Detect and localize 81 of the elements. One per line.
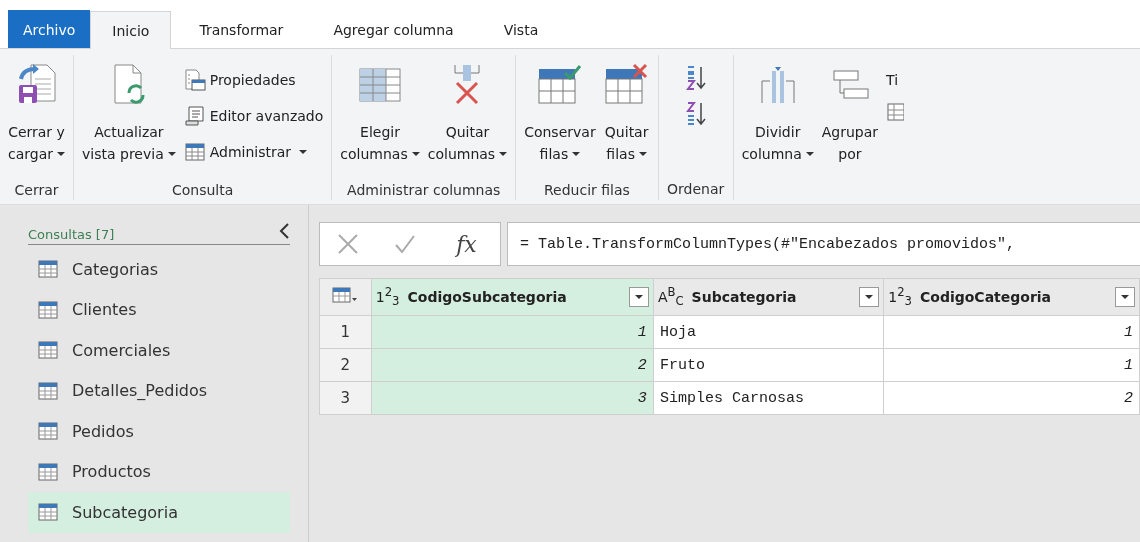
table-cell: 2 — [371, 348, 654, 382]
table-menu-button[interactable] — [319, 278, 372, 316]
filter-dropdown-button[interactable] — [1115, 287, 1135, 307]
table-cell: Simples Carnosas — [653, 381, 884, 415]
table-icon — [38, 462, 58, 481]
table-cell: 1 — [883, 315, 1140, 349]
row-number: 2 — [319, 348, 372, 382]
table-cell: 1 — [371, 315, 654, 349]
column-header[interactable]: 1$^{2}$$_{3}$ CodigoCategoria — [883, 278, 1140, 316]
ribbon-button[interactable]: Actualizar vista previa — [78, 55, 180, 179]
column-name: CodigoSubcategoria — [407, 289, 568, 305]
table-icon — [38, 381, 58, 400]
caret-icon — [572, 152, 581, 156]
ribbon-button[interactable]: Agrupar por — [817, 55, 883, 179]
remove-rows-icon — [603, 63, 650, 107]
table-cell: 1 — [883, 348, 1140, 382]
ribbon-button[interactable]: Cerrar y cargar — [4, 55, 69, 179]
query-item[interactable]: Clientes — [28, 289, 290, 330]
ribbon-button[interactable]: Dividir columna — [737, 55, 818, 179]
ribbon-tab[interactable]: Archivo — [8, 10, 91, 48]
sort-descending-button[interactable] — [684, 101, 707, 127]
table-icon — [38, 422, 58, 441]
query-item[interactable]: Pedidos — [28, 411, 290, 452]
column-header[interactable]: 1$^{2}$$_{3}$ CodigoSubcategoria — [371, 278, 654, 316]
row-number: 1 — [319, 315, 372, 349]
queries-header: Consultas [7] — [28, 227, 115, 242]
caret-icon — [638, 152, 647, 156]
ribbon-button[interactable]: Propiedades — [179, 65, 328, 95]
filter-dropdown-button[interactable] — [859, 287, 880, 307]
query-item[interactable]: Productos — [28, 451, 290, 492]
column-header[interactable]: A$^{B}$$_{C}$ Subcategoria — [653, 278, 884, 316]
ribbon-tab[interactable]: Transformar — [177, 10, 306, 48]
group-label: Consulta — [171, 181, 235, 200]
choose-columns-icon — [358, 65, 402, 105]
query-item[interactable]: Detalles_Pedidos — [28, 370, 290, 411]
caret-icon — [299, 150, 308, 154]
ribbon-button[interactable]: Editor avanzado — [179, 101, 328, 131]
filter-dropdown-button[interactable] — [628, 287, 649, 307]
table-icon — [38, 300, 58, 319]
group-label: Reducir filas — [542, 181, 631, 200]
row-number: 3 — [319, 381, 372, 415]
column-name: Subcategoria — [691, 289, 798, 305]
caret-icon — [805, 152, 814, 156]
properties-icon — [183, 69, 206, 91]
caret-icon — [167, 152, 176, 156]
sort-ascending-button[interactable] — [684, 65, 707, 91]
table-icon — [38, 503, 58, 522]
ribbon-button[interactable]: Quitar filas — [599, 55, 654, 179]
caret-icon — [57, 152, 65, 156]
table-cell: Hoja — [653, 315, 884, 349]
ribbon-tab[interactable]: Vista — [481, 10, 561, 48]
table-icon — [183, 141, 206, 163]
ribbon-button[interactable]: Ti — [882, 65, 905, 95]
table-icon — [38, 260, 58, 279]
table-icon — [886, 101, 905, 123]
ribbon-button[interactable]: Elegir columnas — [336, 55, 424, 179]
query-item[interactable]: Categorias — [28, 249, 290, 290]
function-button[interactable]: fx — [450, 230, 483, 258]
formula-field[interactable]: = Table.TransformColumnTypes(#"Encabezados promovidos", — [507, 222, 1140, 266]
caret-icon — [411, 152, 420, 156]
query-item[interactable]: Subcategoria — [28, 492, 290, 533]
script-icon — [183, 105, 206, 127]
ribbon-tab[interactable]: Inicio — [90, 11, 172, 49]
query-item[interactable]: Comerciales — [28, 330, 290, 371]
table-icon[interactable] — [332, 286, 359, 304]
table-cell: 3 — [371, 381, 654, 415]
table-cell: 2 — [883, 381, 1140, 415]
group-label: Administrar columnas — [346, 181, 502, 200]
group-label: Ordenar — [666, 180, 726, 199]
ribbon-button[interactable]: Conservar filas — [520, 55, 600, 179]
table-cell: Fruto — [653, 348, 884, 382]
ribbon-button[interactable]: Quitar columnas — [423, 55, 512, 179]
group-label: Cerrar — [13, 181, 60, 200]
column-name: CodigoCategoria — [920, 289, 1053, 305]
check-icon[interactable] — [393, 234, 416, 254]
collapse-icon[interactable] — [278, 221, 290, 240]
keep-rows-icon — [536, 63, 583, 107]
ribbon-button[interactable]: Administrar — [179, 137, 328, 167]
table-icon — [38, 341, 58, 360]
caret-icon — [499, 152, 508, 156]
ribbon-tab[interactable]: Agregar columna — [311, 10, 476, 48]
